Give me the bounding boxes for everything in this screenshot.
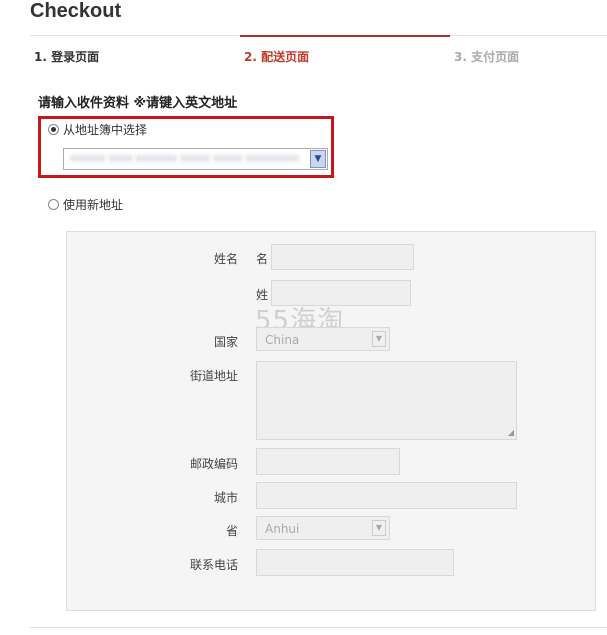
chevron-down-icon[interactable]: ▼ [372, 331, 386, 347]
address-book-selected-value: xxxxxx xxxx xxxxxxx xxxxx xxxxx xxxxxxxx… [70, 153, 299, 164]
country-select[interactable]: China ▼ [256, 327, 390, 351]
first-name-label: 名 [256, 252, 269, 266]
first-name-input[interactable] [271, 244, 414, 270]
resize-handle-icon[interactable]: ◢ [508, 428, 514, 437]
step-payment: 3. 支付页面 [454, 50, 520, 64]
phone-input[interactable] [256, 549, 454, 576]
address-book-label[interactable]: 从地址簿中选择 [63, 121, 147, 138]
page-title: Checkout [30, 0, 122, 22]
step-login[interactable]: 1. 登录页面 [34, 48, 99, 65]
phone-label: 联系电话 [189, 558, 238, 572]
new-address-label[interactable]: 使用新地址 [63, 196, 123, 213]
postcode-label: 邮政编码 [189, 457, 238, 471]
city-label: 城市 [213, 491, 238, 505]
step-shipping[interactable]: 2. 配送页面 [244, 48, 309, 65]
address-book-radio[interactable] [48, 124, 59, 135]
country-label: 国家 [213, 335, 238, 349]
chevron-down-icon[interactable]: ▼ [310, 150, 326, 168]
city-input[interactable] [256, 482, 517, 509]
province-select[interactable]: Anhui ▼ [256, 516, 390, 540]
address-book-select[interactable]: xxxxxx xxxx xxxxxxx xxxxx xxxxx xxxxxxxx… [63, 148, 328, 170]
bottom-divider [30, 627, 607, 628]
active-step-indicator [240, 35, 450, 37]
new-address-radio[interactable] [48, 199, 59, 210]
street-label: 街道地址 [189, 369, 238, 383]
country-value: China [265, 333, 300, 347]
address-section-title: 请输入收件资料 ※请键入英文地址 [38, 96, 238, 111]
province-value: Anhui [265, 522, 300, 536]
postcode-input[interactable] [256, 448, 400, 475]
street-textarea[interactable]: ◢ [256, 361, 517, 440]
name-label: 姓名 [213, 252, 238, 266]
chevron-down-icon[interactable]: ▼ [372, 520, 386, 536]
province-label: 省 [225, 524, 238, 538]
